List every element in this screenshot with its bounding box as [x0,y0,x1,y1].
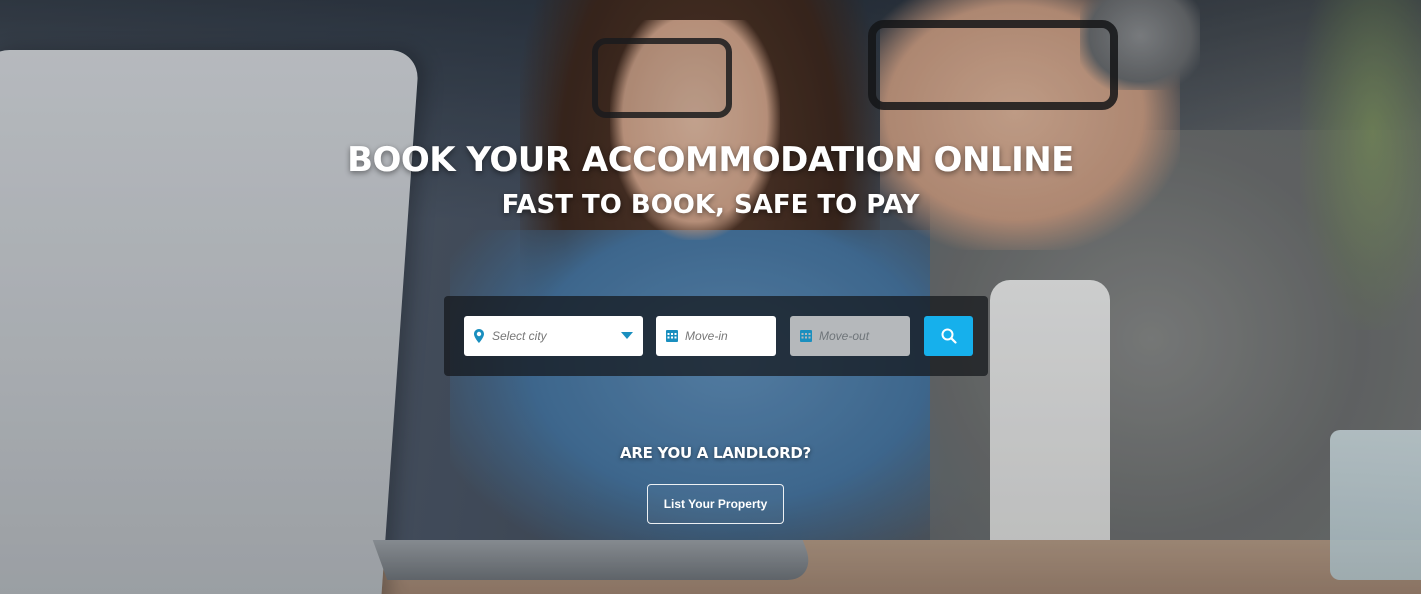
move-in-date-field[interactable]: Move-in [656,316,776,356]
calendar-icon [666,330,678,342]
search-panel: Select city Move-in Move-out [444,296,988,376]
move-in-placeholder: Move-in [685,329,728,343]
list-your-property-button[interactable]: List Your Property [647,484,784,524]
search-button[interactable] [924,316,973,356]
chevron-down-icon[interactable] [621,332,633,339]
city-select-placeholder: Select city [492,329,547,343]
hero-section: BOOK YOUR ACCOMMODATION ONLINE FAST TO B… [0,0,1421,594]
move-out-placeholder: Move-out [819,329,870,343]
page-title: BOOK YOUR ACCOMMODATION ONLINE [347,140,1074,180]
search-icon [941,328,957,344]
map-pin-icon [474,329,484,343]
landlord-question: ARE YOU A LANDLORD? [620,444,811,462]
move-out-date-field[interactable]: Move-out [790,316,910,356]
page-subtitle: FAST TO BOOK, SAFE TO PAY [501,190,920,220]
city-select[interactable]: Select city [464,316,643,356]
calendar-icon [800,330,812,342]
